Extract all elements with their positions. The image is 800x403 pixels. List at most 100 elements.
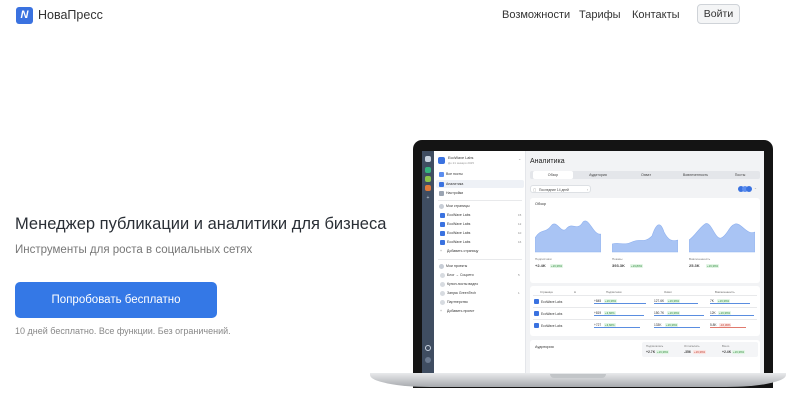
nav-pricing[interactable]: Тарифы xyxy=(579,9,621,21)
workspace-name[interactable]: EcoWave Labs xyxy=(448,156,473,160)
page-count: 16 xyxy=(518,240,522,244)
sidebar-project-2[interactable]: Купон-посты видео xyxy=(447,282,478,286)
tab-engagement[interactable]: Вовлеченность xyxy=(673,171,718,179)
overview-impressions-value: 393.3K xyxy=(612,263,625,268)
sidebar-page-2[interactable]: EcoWave Labs xyxy=(447,222,470,226)
row-subscribers-bar xyxy=(594,315,644,316)
workspace-orange-icon[interactable] xyxy=(425,185,431,191)
engagement-chart xyxy=(689,223,755,253)
trial-note: 10 дней бесплатно. Все функции. Без огра… xyxy=(15,326,231,336)
try-free-button[interactable]: Попробовать бесплатно xyxy=(15,282,217,318)
settings-icon xyxy=(439,191,444,196)
tab-reach[interactable]: Охват xyxy=(626,171,666,179)
pages-section-title[interactable]: Мои страницы xyxy=(446,204,469,208)
project-icon xyxy=(440,291,445,296)
tab-audience[interactable]: Аудитория xyxy=(578,171,618,179)
table-header-reach: Охват xyxy=(664,290,672,294)
table-divider xyxy=(533,319,757,320)
row-subscribers-bar xyxy=(594,303,646,304)
brand-name[interactable]: НоваПресс xyxy=(38,8,103,22)
app-sidebar: EcoWave Labs До 21 января 2025 ⌄ Все пос… xyxy=(434,151,526,381)
project-icon xyxy=(440,300,445,305)
page-count: 12 xyxy=(518,222,522,226)
row-engagement-bar xyxy=(710,315,754,316)
workspace-green-icon[interactable] xyxy=(425,167,431,173)
row-reach-bar xyxy=(654,315,704,316)
add-workspace-icon[interactable]: + xyxy=(425,195,431,201)
audience-total-value: +2.4K xyxy=(722,350,732,354)
sidebar-page-4[interactable]: EcoWave Labs xyxy=(447,240,470,244)
chevron-right-icon: › xyxy=(587,188,589,192)
workspace-lime-icon[interactable] xyxy=(425,176,431,182)
pages-icon xyxy=(439,204,444,209)
page-avatar xyxy=(534,323,539,328)
projects-section-title[interactable]: Мои проекты xyxy=(446,264,467,268)
site-header: N НоваПресс Возможности Тарифы Контакты … xyxy=(0,0,800,31)
workspace-avatar xyxy=(438,157,445,164)
sidebar-item-settings[interactable]: Настройки xyxy=(446,191,463,195)
audience-unfollowed-badge: +16,36% xyxy=(693,350,707,354)
followers-chart xyxy=(535,220,601,253)
chevron-down-icon[interactable]: ⌄ xyxy=(754,186,757,190)
overview-engagement-value: 25.3K xyxy=(689,263,700,268)
help-icon[interactable] xyxy=(425,345,431,351)
audience-title: Аудитория xyxy=(535,345,554,349)
row-page: EcoWave Labs xyxy=(541,324,563,328)
hero-title: Менеджер публикации и аналитики для бизн… xyxy=(15,215,387,233)
add-project-link[interactable]: Добавить проект xyxy=(447,309,474,313)
laptop-notch xyxy=(550,374,606,378)
row-engagement-bar xyxy=(710,303,750,304)
pages-table: Страница Δ Подписчики Охват Вовлеченност… xyxy=(530,286,760,336)
audience-unfollowed-value: -356 xyxy=(684,350,691,354)
row-page: EcoWave Labs xyxy=(541,300,563,304)
posts-icon xyxy=(439,172,444,177)
app-rail: + xyxy=(422,151,434,381)
sidebar-project-1[interactable]: Блог → Соцсети xyxy=(447,273,474,277)
app-screen: + EcoWave Labs До 21 января 2025 ⌄ Все п… xyxy=(422,151,764,381)
page-count: 10 xyxy=(518,231,522,235)
nav-features[interactable]: Возможности xyxy=(502,9,570,21)
overview-followers-badge: +16,36% xyxy=(550,264,564,268)
tab-posts[interactable]: Посты xyxy=(722,171,758,179)
tab-overview[interactable]: Обзор xyxy=(533,171,573,179)
period-select[interactable]: ▢ Последние 14 дней › xyxy=(530,185,591,193)
sidebar-project-4[interactable]: Партнерство xyxy=(447,300,468,304)
overview-engagement-badge: +16,36% xyxy=(706,264,720,268)
page-avatar xyxy=(440,222,445,227)
page-avatar xyxy=(440,213,445,218)
overview-impressions-label: Показы xyxy=(612,257,623,261)
period-label: Последние 14 дней xyxy=(539,188,569,192)
sidebar-item-posts[interactable]: Все посты xyxy=(446,172,463,176)
table-header-delta: Δ xyxy=(574,290,576,294)
sidebar-divider xyxy=(438,259,522,260)
page-avatar xyxy=(440,240,445,245)
sidebar-page-1[interactable]: EcoWave Labs xyxy=(447,213,470,217)
table-divider xyxy=(533,307,757,308)
avatar[interactable] xyxy=(425,357,431,363)
workspace-chevron-icon[interactable]: ⌄ xyxy=(518,156,521,161)
sidebar-project-3[interactable]: Запуск GreenTech xyxy=(447,291,476,295)
impressions-chart xyxy=(612,224,678,253)
calendar-icon: ▢ xyxy=(533,188,537,192)
page-avatar xyxy=(440,231,445,236)
analytics-icon xyxy=(439,182,444,187)
sidebar-page-3[interactable]: EcoWave Labs xyxy=(447,231,470,235)
add-page-icon: + xyxy=(440,249,443,253)
add-page-link[interactable]: Добавить страницу xyxy=(447,249,478,253)
audience-total-badge: +16,36% xyxy=(732,350,746,354)
table-header-subscribers: Подписчики xyxy=(606,290,622,294)
analytics-main: Аналитика Обзор Аудитория Охват Вовлечен… xyxy=(526,151,764,381)
sidebar-item-analytics[interactable]: Аналитика xyxy=(446,182,463,186)
workspace-trial: До 21 января 2025 xyxy=(448,161,475,165)
audience-followed-value: +2.7K xyxy=(646,350,656,354)
audience-unfollowed-label: Отписались xyxy=(684,344,700,348)
overview-card: Обзор Подписчики +2.4K +16,36% Показы 39… xyxy=(530,198,760,283)
page-count: 15 xyxy=(518,213,522,217)
project-icon xyxy=(440,273,445,278)
logo[interactable]: N xyxy=(16,7,33,24)
login-button[interactable]: Войти xyxy=(697,4,740,24)
overview-engagement-label: Вовлеченность xyxy=(689,257,711,261)
analytics-title: Аналитика xyxy=(530,158,565,165)
add-project-icon: + xyxy=(440,309,443,313)
nav-contacts[interactable]: Контакты xyxy=(632,9,680,21)
